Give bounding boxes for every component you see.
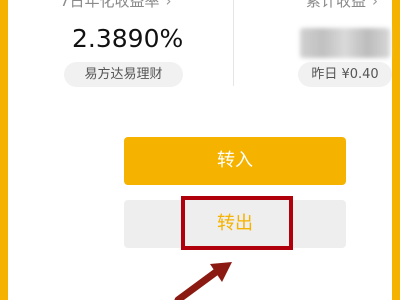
seven-day-yield-label: 7日年化收益率 [60,0,160,10]
chevron-right-icon: › [165,0,172,10]
yesterday-earnings-badge: 昨日 ¥0.40 [298,62,392,87]
cumulative-earnings-link[interactable]: 累计收益 › [306,0,378,11]
cumulative-earnings-value-blurred [300,28,390,58]
left-accent-bar [0,0,8,300]
yield-summary-screen: 7日年化收益率 › 累计收益 › 2.3890% 易方达易理财 昨日 ¥0.40 转… [0,0,400,300]
cumulative-earnings-label: 累计收益 [306,0,367,10]
chevron-right-icon: › [372,0,379,10]
transfer-in-button[interactable]: 转入 [124,137,346,185]
transfer-out-highlight-box [181,196,293,250]
right-accent-bar [392,0,400,300]
seven-day-yield-link[interactable]: 7日年化收益率 › [60,0,172,11]
seven-day-yield-value: 2.3890% [72,24,184,53]
pointer-arrow-icon [174,262,232,300]
stat-divider [233,0,234,86]
fund-name-badge: 易方达易理财 [64,62,183,87]
